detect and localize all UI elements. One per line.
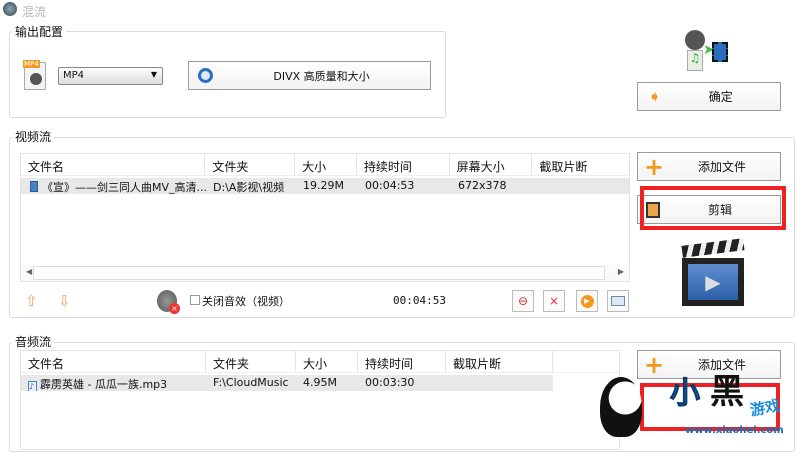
mux-icon: ♫ ➤ [685,30,730,75]
profile-icon [198,68,213,83]
scroll-right-icon[interactable]: ▶ [618,267,624,276]
audio-stream-label: 音频流 [12,333,55,350]
mute-speaker-icon: × [157,290,180,314]
play-icon: ▶ [580,294,594,308]
watermark-logo: 小 黑 游戏 www.xiaohei.com [600,375,797,440]
clapperboard-icon: ▶ [681,238,745,306]
window-title: 混流 [22,5,47,19]
video-table[interactable]: 文件名 文件夹 大小 持续时间 屏幕大小 截取片断 《宣》——剑三同人曲MV_高… [20,153,630,282]
column-header[interactable]: 截取片断 [446,351,553,372]
file-minus-icon: ⊖ [517,294,529,308]
column-header[interactable]: 持续时间 [358,351,446,372]
profile-button[interactable]: DIVX 高质量和大小 [188,61,431,90]
column-header[interactable]: 持续时间 [357,154,450,175]
video-add-file-button[interactable]: + 添加文件 [637,152,781,181]
scrollbar-thumb[interactable] [33,266,605,280]
column-header[interactable]: 大小 [296,351,358,372]
play-button[interactable]: ▶ [576,290,598,312]
window-icon [611,296,625,306]
video-stream-label: 视频流 [12,128,55,145]
format-select[interactable]: MP4 ▼ [58,67,163,85]
table-row[interactable]: 《宣》——剑三同人曲MV_高清... D:\A影视\视频 19.29M 00:0… [21,178,629,194]
arrow-right-icon: ➧ [648,87,662,106]
file-x-icon: × [548,294,560,308]
table-header: 文件名 文件夹 大小 持续时间 截取片断 [21,351,619,373]
mute-audio-label[interactable]: 关闭音效（视频） [202,293,290,309]
delete-file-button[interactable]: × [543,290,565,312]
total-time: 00:04:53 [393,294,446,307]
highlight-box [640,186,786,230]
mute-audio-checkbox[interactable] [190,295,200,305]
chevron-down-icon: ▼ [150,70,157,79]
column-header[interactable]: 文件夹 [206,351,296,372]
audio-table[interactable]: 文件名 文件夹 大小 持续时间 截取片断 ♪ 霹雳英雄 - 瓜瓜一族.mp3 F:… [20,350,620,450]
column-header[interactable]: 文件名 [21,154,206,175]
preview-button[interactable] [607,290,629,312]
move-down-icon[interactable]: ⇩ [58,292,71,310]
output-config-label: 输出配置 [12,23,67,40]
app-icon [3,2,17,16]
scroll-left-icon[interactable]: ◀ [26,267,32,276]
mp4-file-icon: MP4 [23,60,46,90]
panda-icon [600,377,642,437]
horizontal-scrollbar[interactable]: ◀ ▶ [21,265,629,281]
plus-icon: + [644,152,665,181]
video-file-icon [30,181,38,192]
audio-file-icon: ♪ [28,381,37,391]
table-header: 文件名 文件夹 大小 持续时间 屏幕大小 截取片断 [21,154,629,176]
column-header[interactable]: 截取片断 [532,154,629,175]
column-header[interactable]: 屏幕大小 [450,154,533,175]
column-header[interactable]: 文件名 [21,351,206,372]
move-up-icon[interactable]: ⇧ [25,292,38,310]
confirm-button[interactable]: ➧ 确定 [637,82,781,111]
table-row[interactable]: ♪ 霹雳英雄 - 瓜瓜一族.mp3 F:\CloudMusic 4.95M 00:… [21,375,553,391]
plus-icon: + [644,350,665,379]
column-header[interactable]: 大小 [295,154,357,175]
column-header[interactable]: 文件夹 [205,154,296,175]
remove-file-button[interactable]: ⊖ [512,290,534,312]
